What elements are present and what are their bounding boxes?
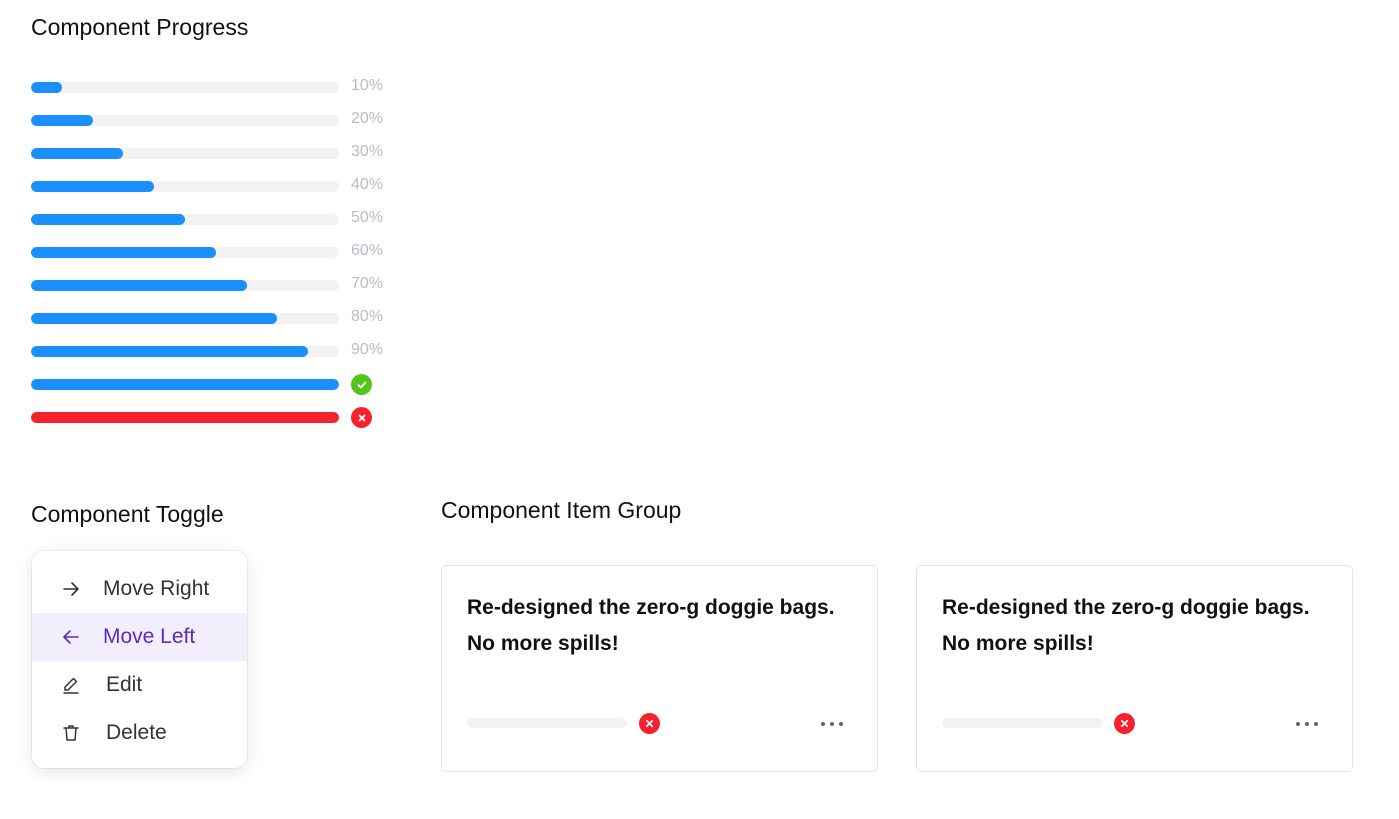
progress-row: 10% <box>31 77 411 113</box>
close-circle-icon <box>351 407 372 428</box>
progress-fill <box>31 247 216 258</box>
progress-percent-label: 70% <box>351 275 384 292</box>
progress-fill <box>31 115 93 126</box>
error-status-icon <box>1114 713 1135 734</box>
progress-fill <box>31 82 62 93</box>
progress-row: 90% <box>31 341 411 377</box>
progress-fill <box>31 346 309 357</box>
menu-item-label: Move Right <box>103 577 210 600</box>
progress-percent-label: 50% <box>351 209 384 226</box>
progress-percent-label: 30% <box>351 143 384 160</box>
progress-row: 80% <box>31 308 411 344</box>
progress-track <box>31 148 339 159</box>
progress-track <box>31 280 339 291</box>
menu-item-label: Delete <box>106 721 167 744</box>
arrow-right-icon <box>60 578 82 600</box>
progress-fill <box>31 280 247 291</box>
toggle-section-title: Component Toggle <box>31 501 224 527</box>
menu-item-edit[interactable]: Edit <box>32 661 247 709</box>
progress-track <box>31 379 339 390</box>
pencil-icon <box>60 674 82 696</box>
more-dots-icon[interactable] <box>1296 715 1318 733</box>
progress-track <box>31 82 339 93</box>
progress-fill <box>31 214 185 225</box>
card-title: Re-designed the zero-g doggie bags. No m… <box>467 596 835 655</box>
toggle-menu: Move Right Move Left Edit Delete <box>32 551 247 768</box>
item-card[interactable]: Re-designed the zero-g doggie bags. No m… <box>441 565 878 772</box>
check-circle-icon <box>351 374 372 395</box>
progress-track <box>31 346 339 357</box>
progress-fill <box>31 313 278 324</box>
menu-item-move-left[interactable]: Move Left <box>32 613 247 661</box>
item-group-section-title: Component Item Group <box>441 497 682 523</box>
progress-track <box>31 181 339 192</box>
progress-fill <box>31 148 124 159</box>
progress-row: 70% <box>31 275 411 311</box>
progress-row: 40% <box>31 176 411 212</box>
progress-row <box>31 374 411 410</box>
error-status-icon <box>639 713 660 734</box>
card-title: Re-designed the zero-g doggie bags. No m… <box>942 596 1310 655</box>
progress-section-title: Component Progress <box>31 14 249 40</box>
progress-percent-label: 60% <box>351 242 384 259</box>
progress-fill <box>31 412 339 423</box>
menu-item-delete[interactable]: Delete <box>32 709 247 757</box>
progress-track <box>31 412 339 423</box>
card-progress-bar <box>467 718 627 728</box>
menu-item-move-right[interactable]: Move Right <box>32 565 247 613</box>
progress-list: 10% 20% 30% 40% 50% 60% 70% 80% 90% <box>31 77 411 443</box>
trash-icon <box>60 722 82 744</box>
menu-item-label: Edit <box>106 673 143 696</box>
progress-percent-label: 90% <box>351 341 384 358</box>
progress-row: 60% <box>31 242 411 278</box>
menu-item-label: Move Left <box>103 625 196 648</box>
progress-percent-label: 20% <box>351 110 384 127</box>
more-dots-icon[interactable] <box>821 715 843 733</box>
progress-row: 20% <box>31 110 411 146</box>
progress-fill <box>31 379 339 390</box>
progress-percent-label: 80% <box>351 308 384 325</box>
progress-track <box>31 247 339 258</box>
progress-percent-label: 40% <box>351 176 384 193</box>
progress-track <box>31 313 339 324</box>
progress-track <box>31 115 339 126</box>
card-progress-bar <box>942 718 1102 728</box>
progress-fill <box>31 181 155 192</box>
item-card[interactable]: Re-designed the zero-g doggie bags. No m… <box>916 565 1353 772</box>
arrow-left-icon <box>60 626 82 648</box>
progress-row: 50% <box>31 209 411 245</box>
progress-row: 30% <box>31 143 411 179</box>
progress-row <box>31 407 411 443</box>
progress-track <box>31 214 339 225</box>
progress-percent-label: 10% <box>351 77 384 94</box>
